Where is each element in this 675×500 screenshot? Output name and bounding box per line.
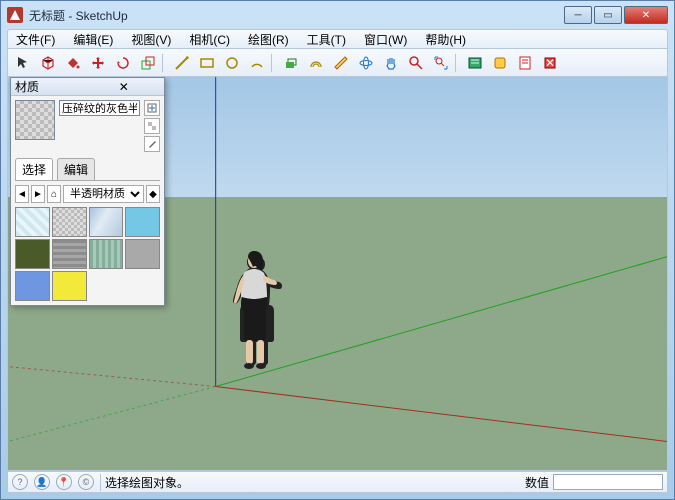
orbit-tool-icon[interactable] [355,52,377,74]
create-material-icon[interactable] [144,100,160,116]
app-icon [7,7,23,23]
material-swatch[interactable] [52,271,87,301]
toolbar-separator [162,53,168,73]
toolbar: ✕ [7,49,668,77]
menu-view[interactable]: 视图(V) [127,30,175,49]
status-user-icon[interactable]: 👤 [34,474,50,490]
forward-icon[interactable]: ► [31,185,45,203]
library-menu-icon[interactable]: ◆ [146,185,160,203]
select-tool-icon[interactable] [12,52,34,74]
client-area: 材质 ✕ 选择 编辑 [7,77,668,471]
rectangle-tool-icon[interactable] [196,52,218,74]
move-tool-icon[interactable] [87,52,109,74]
measurement-label: 数值 [525,474,549,491]
default-material-icon[interactable] [144,118,160,134]
circle-tool-icon[interactable] [221,52,243,74]
materials-panel-close-icon[interactable]: ✕ [88,80,161,94]
menu-tools[interactable]: 工具(T) [303,30,350,49]
window-controls: ─ ▭ ✕ [562,6,668,24]
tab-select[interactable]: 选择 [15,158,53,180]
materials-panel[interactable]: 材质 ✕ 选择 编辑 [10,77,165,306]
menu-help[interactable]: 帮助(H) [421,30,470,49]
back-icon[interactable]: ◄ [15,185,29,203]
offset-tool-icon[interactable] [305,52,327,74]
statusbar: ? 👤 📍 © 选择绘图对象。 数值 [7,471,668,493]
tab-edit[interactable]: 编辑 [57,158,95,180]
scale-tool-icon[interactable] [137,52,159,74]
window-title: 无标题 - SketchUp [29,7,562,24]
paint-bucket-icon[interactable] [62,52,84,74]
close-button[interactable]: ✕ [624,6,668,24]
maximize-button[interactable]: ▭ [594,6,622,24]
material-name-input[interactable] [59,100,140,116]
material-swatch[interactable] [15,271,50,301]
menubar: 文件(F) 编辑(E) 视图(V) 相机(C) 绘图(R) 工具(T) 窗口(W… [7,29,668,49]
scale-figure [226,247,296,407]
pushpull-tool-icon[interactable] [280,52,302,74]
home-icon[interactable]: ⌂ [47,185,61,203]
current-material-preview[interactable] [15,100,55,140]
swatch-grid [15,207,160,301]
rotate-tool-icon[interactable] [112,52,134,74]
titlebar: 无标题 - SketchUp ─ ▭ ✕ [1,1,674,29]
menu-camera[interactable]: 相机(C) [185,30,234,49]
measurement-input[interactable] [553,474,663,490]
zoom-tool-icon[interactable] [405,52,427,74]
toolbar-separator [455,53,461,73]
pan-tool-icon[interactable] [380,52,402,74]
make-component-icon[interactable] [37,52,59,74]
material-swatch[interactable] [15,239,50,269]
material-swatch[interactable] [89,207,124,237]
layout-icon[interactable] [514,52,536,74]
menu-file[interactable]: 文件(F) [12,30,59,49]
minimize-button[interactable]: ─ [564,6,592,24]
status-credit-icon[interactable]: © [78,474,94,490]
material-swatch[interactable] [15,207,50,237]
material-swatch[interactable] [125,207,160,237]
help-icon[interactable]: ✕ [539,52,561,74]
arc-tool-icon[interactable] [246,52,268,74]
warehouse-icon[interactable] [464,52,486,74]
extensions-icon[interactable] [489,52,511,74]
materials-panel-titlebar[interactable]: 材质 ✕ [11,78,164,96]
material-swatch[interactable] [125,239,160,269]
status-message: 选择绘图对象。 [100,474,519,491]
line-tool-icon[interactable] [171,52,193,74]
material-swatch[interactable] [52,239,87,269]
toolbar-separator [271,53,277,73]
library-select[interactable]: 半透明材质 [63,185,144,203]
app-window: 无标题 - SketchUp ─ ▭ ✕ 文件(F) 编辑(E) 视图(V) 相… [0,0,675,500]
material-swatch[interactable] [52,207,87,237]
tape-tool-icon[interactable] [330,52,352,74]
svg-text:✕: ✕ [545,56,555,70]
menu-edit[interactable]: 编辑(E) [69,30,117,49]
zoom-extents-icon[interactable] [430,52,452,74]
menu-window[interactable]: 窗口(W) [360,30,411,49]
materials-panel-body: 选择 编辑 ◄ ► ⌂ 半透明材质 ◆ [11,96,164,305]
sample-paint-icon[interactable] [144,136,160,152]
materials-panel-title: 材质 [15,78,88,95]
status-geo-icon[interactable]: 📍 [56,474,72,490]
material-swatch[interactable] [89,239,124,269]
menu-draw[interactable]: 绘图(R) [244,30,293,49]
status-info-icon[interactable]: ? [12,474,28,490]
